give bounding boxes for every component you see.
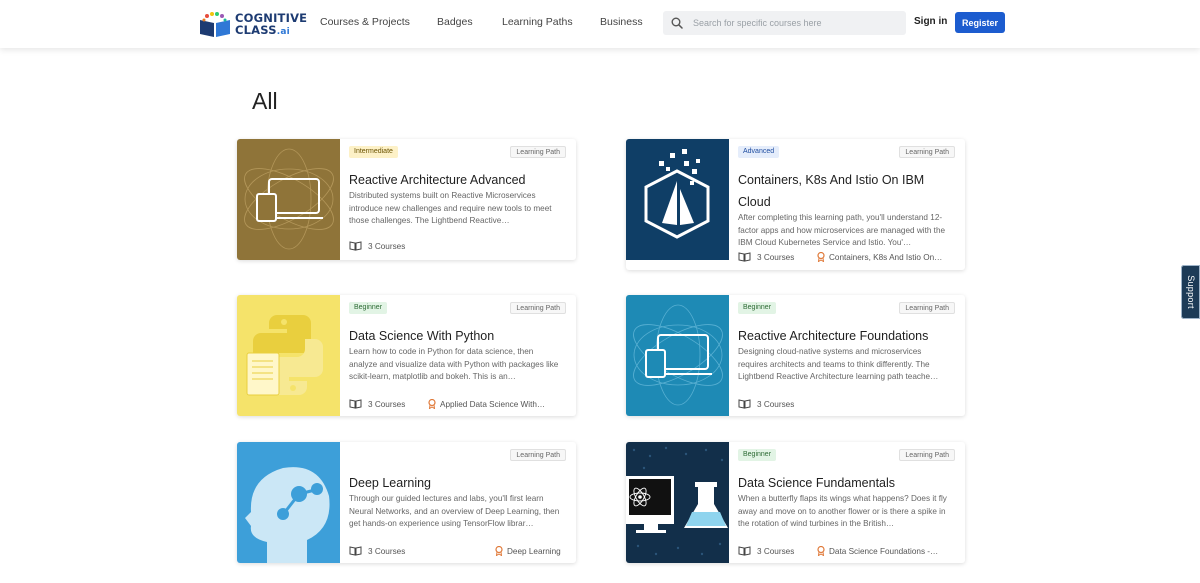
nav-learning-paths[interactable]: Learning Paths bbox=[502, 16, 573, 28]
support-tab-label: Support bbox=[1185, 275, 1196, 309]
badge-name: Containers, K8s And Istio On… bbox=[829, 252, 943, 262]
card-thumbnail bbox=[626, 295, 729, 416]
course-count-text: 3 Courses bbox=[757, 546, 795, 556]
badge-link[interactable]: Applied Data Science With… bbox=[428, 399, 564, 409]
logo-wordmark: COGNITIVE CLASS.ai bbox=[235, 12, 307, 38]
course-count: 3 Courses bbox=[349, 546, 405, 556]
badge-ribbon-icon bbox=[428, 399, 436, 409]
logo-line-2-text: CLASS bbox=[235, 22, 277, 37]
learning-path-card[interactable]: Beginner Learning Path Data Science Fund… bbox=[626, 442, 965, 563]
course-count: 3 Courses bbox=[738, 252, 794, 262]
brain-network-icon bbox=[245, 467, 330, 563]
nav-badges[interactable]: Badges bbox=[437, 16, 473, 28]
support-tab[interactable]: Support bbox=[1181, 265, 1200, 319]
top-navigation-bar: COGNITIVE CLASS.ai Courses & Projects Ba… bbox=[0, 0, 1200, 48]
search-input[interactable] bbox=[693, 18, 893, 28]
badge-ribbon-icon bbox=[817, 252, 825, 262]
book-icon bbox=[349, 241, 362, 251]
book-logo-icon bbox=[198, 11, 232, 38]
card-description: Distributed systems built on Reactive Mi… bbox=[349, 191, 552, 226]
level-badge: Intermediate bbox=[349, 146, 398, 158]
book-icon bbox=[738, 252, 751, 262]
type-badge: Learning Path bbox=[510, 302, 566, 314]
card-title[interactable]: Deep Learning bbox=[349, 472, 431, 494]
badge-link[interactable]: Data Science Foundations -… bbox=[817, 546, 953, 556]
learning-path-card[interactable]: Learning Path Deep Learning Through our … bbox=[237, 442, 576, 563]
level-badge: Advanced bbox=[738, 146, 780, 158]
card-thumbnail bbox=[237, 295, 340, 416]
type-badge: Learning Path bbox=[899, 302, 955, 314]
register-button[interactable]: Register bbox=[955, 12, 1005, 33]
badge-ribbon-icon bbox=[495, 546, 503, 556]
badge-name: Deep Learning bbox=[507, 546, 561, 556]
type-badge: Learning Path bbox=[510, 449, 566, 461]
book-icon bbox=[349, 399, 362, 409]
cognitive-class-logo[interactable]: COGNITIVE CLASS.ai bbox=[198, 11, 307, 38]
card-description: Learn how to code in Python for data sci… bbox=[349, 347, 559, 382]
type-badge: Learning Path bbox=[510, 146, 566, 158]
learning-path-card[interactable]: Beginner Learning Path Data Science With… bbox=[237, 295, 576, 416]
course-count-text: 3 Courses bbox=[368, 241, 406, 251]
card-description: Through our guided lectures and labs, yo… bbox=[349, 494, 560, 529]
card-title[interactable]: Reactive Architecture Advanced bbox=[349, 169, 526, 191]
sign-in-link[interactable]: Sign in bbox=[914, 16, 947, 27]
course-count: 3 Courses bbox=[738, 399, 794, 409]
learning-path-card[interactable]: Intermediate Learning Path Reactive Arch… bbox=[237, 139, 576, 260]
devices-icon bbox=[633, 304, 723, 406]
course-count-text: 3 Courses bbox=[757, 252, 795, 262]
page-title: All bbox=[252, 88, 278, 114]
book-icon bbox=[738, 399, 751, 409]
level-badge: Beginner bbox=[349, 302, 388, 314]
badge-link[interactable]: Deep Learning bbox=[495, 546, 567, 556]
book-icon bbox=[349, 546, 362, 556]
card-title[interactable]: Containers, K8s And Istio On IBM Cloud bbox=[738, 169, 953, 213]
card-thumbnail bbox=[626, 139, 729, 260]
card-description: After completing this learning path, you… bbox=[738, 213, 946, 248]
book-icon bbox=[738, 546, 751, 556]
type-badge: Learning Path bbox=[899, 449, 955, 461]
course-count-text: 3 Courses bbox=[757, 399, 795, 409]
course-count: 3 Courses bbox=[349, 241, 405, 251]
learning-path-card[interactable]: Advanced Learning Path Containers, K8s A… bbox=[626, 139, 965, 270]
card-description: Designing cloud-native systems and micro… bbox=[738, 347, 939, 382]
type-badge: Learning Path bbox=[899, 146, 955, 158]
nav-courses-projects[interactable]: Courses & Projects bbox=[320, 16, 410, 28]
badge-ribbon-icon bbox=[817, 546, 825, 556]
level-badge: Beginner bbox=[738, 449, 777, 461]
level-badge: Beginner bbox=[738, 302, 777, 314]
card-thumbnail bbox=[626, 442, 729, 563]
course-count-text: 3 Courses bbox=[368, 546, 406, 556]
badge-link[interactable]: Containers, K8s And Istio On… bbox=[817, 252, 953, 262]
logo-suffix: .ai bbox=[276, 26, 290, 37]
logo-line-2: CLASS.ai bbox=[235, 24, 307, 38]
devices-icon bbox=[244, 148, 334, 250]
course-count-text: 3 Courses bbox=[368, 399, 406, 409]
card-title[interactable]: Data Science Fundamentals bbox=[738, 472, 895, 494]
badge-name: Data Science Foundations -… bbox=[829, 546, 939, 556]
course-count: 3 Courses bbox=[738, 546, 794, 556]
science-lab-icon bbox=[626, 446, 728, 556]
learning-path-card[interactable]: Beginner Learning Path Reactive Architec… bbox=[626, 295, 965, 416]
card-description: When a butterfly flaps its wings what ha… bbox=[738, 494, 947, 529]
card-thumbnail bbox=[237, 442, 340, 563]
python-logo-icon bbox=[246, 315, 323, 396]
search-bar[interactable] bbox=[663, 11, 906, 35]
badge-name: Applied Data Science With… bbox=[440, 399, 546, 409]
search-icon bbox=[671, 17, 683, 29]
nav-business[interactable]: Business bbox=[600, 16, 643, 28]
card-title[interactable]: Reactive Architecture Foundations bbox=[738, 325, 928, 347]
card-thumbnail bbox=[237, 139, 340, 260]
card-title[interactable]: Data Science With Python bbox=[349, 325, 494, 347]
kubernetes-ship-icon bbox=[644, 149, 710, 239]
course-count: 3 Courses bbox=[349, 399, 405, 409]
